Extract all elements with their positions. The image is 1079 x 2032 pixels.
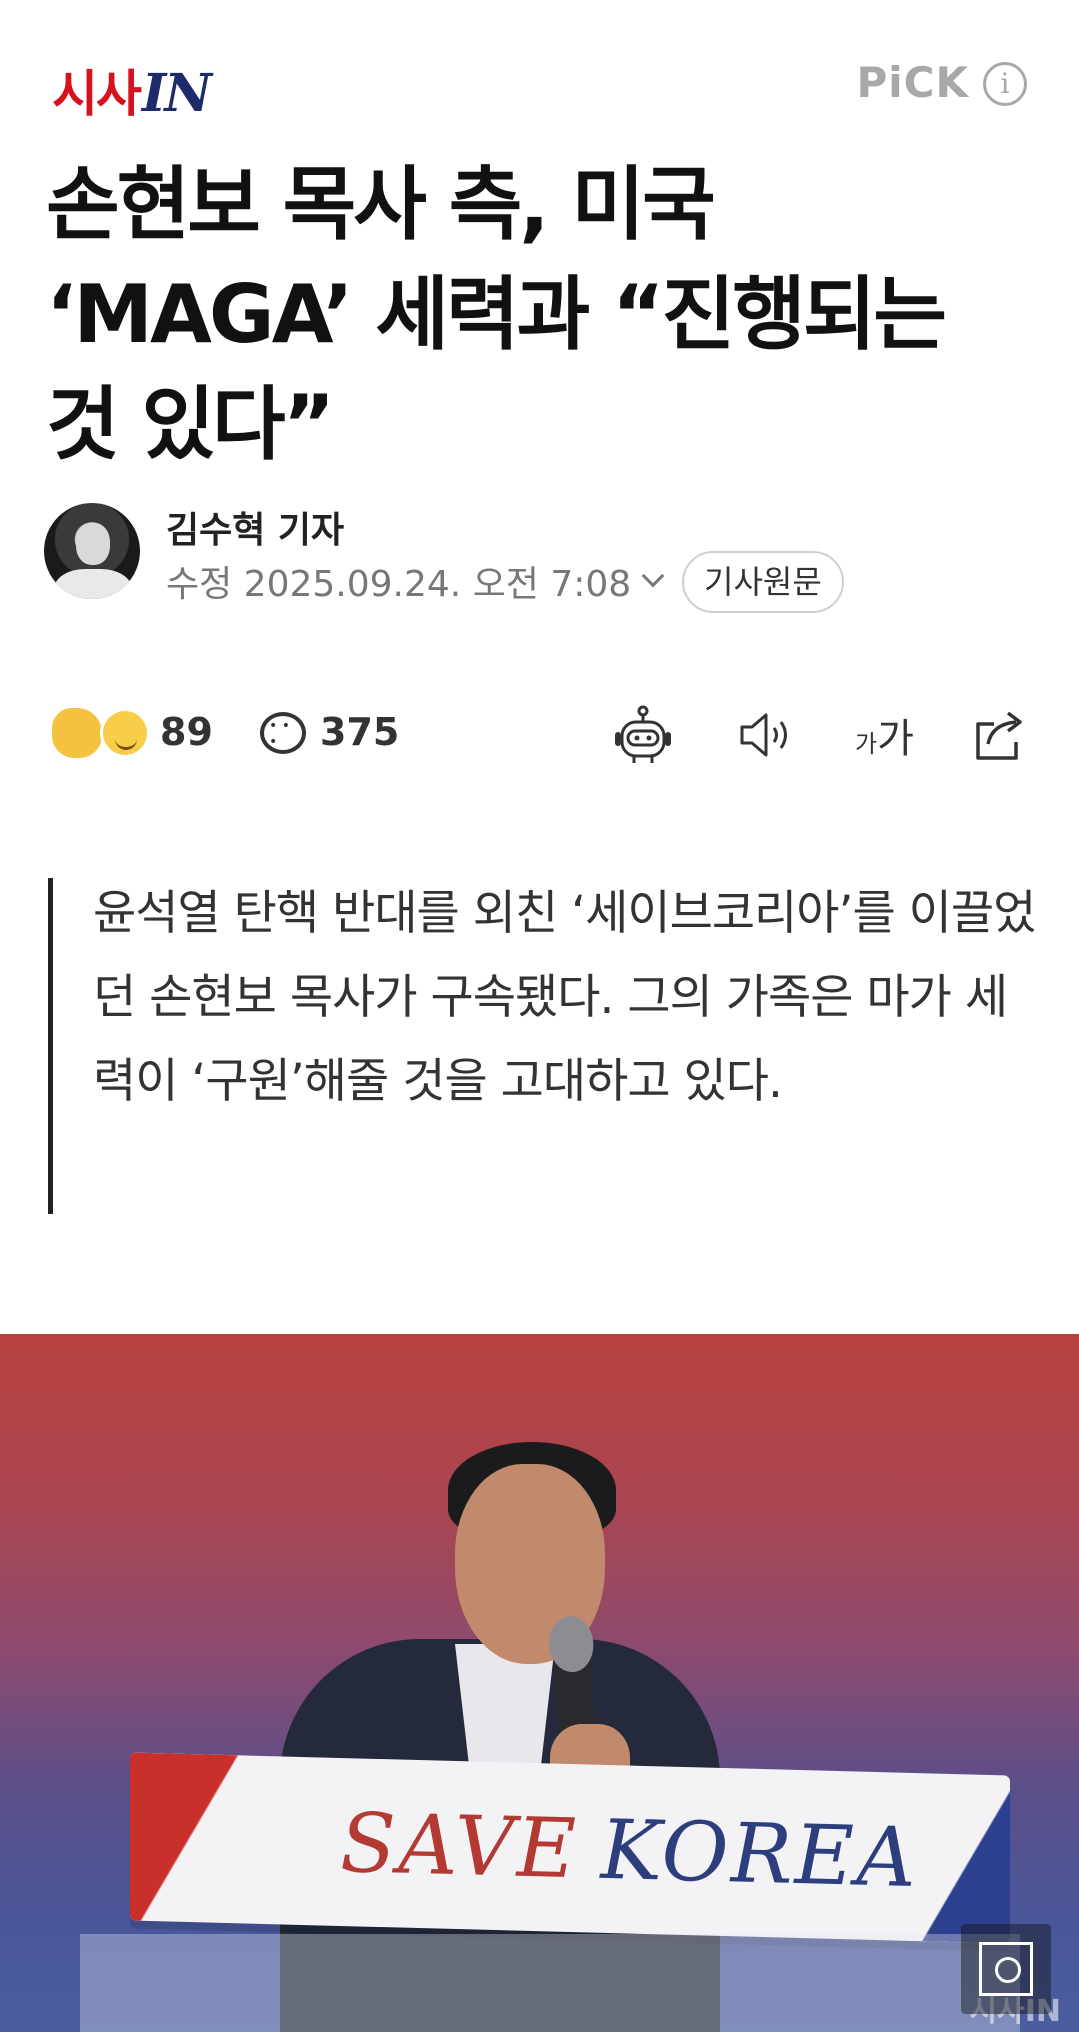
podium-banner-text: SAVE KOREA xyxy=(340,1795,918,1907)
date-text: 수정 2025.09.24. 오전 7:08 xyxy=(166,564,632,605)
podium: SAVE KOREA xyxy=(130,1752,1010,1944)
share-icon[interactable] xyxy=(972,708,1028,762)
article-photo[interactable]: SAVE KOREA 시사IN xyxy=(0,1334,1079,2032)
reporter-avatar[interactable] xyxy=(44,503,140,599)
top-bar: 시사 IN PiCK i xyxy=(0,0,1079,170)
font-size-small: 가 xyxy=(855,730,878,758)
logo-korean: 시사 xyxy=(52,65,142,123)
article-summary: 윤석열 탄핵 반대를 외친 ‘세이브코리아’를 이끌었던 손현보 목사가 구속됐… xyxy=(48,878,1038,1214)
summary-text: 윤석열 탄핵 반대를 외친 ‘세이브코리아’를 이끌었던 손현보 목사가 구속됐… xyxy=(93,886,1036,1109)
original-article-button[interactable]: 기사원문 xyxy=(682,551,844,613)
thumbs-up-emoji-icon[interactable] xyxy=(52,708,102,758)
byline: 김수혁 기자 수정 2025.09.24. 오전 7:08 기사원문 xyxy=(44,503,1044,613)
comment-icon[interactable] xyxy=(260,712,306,754)
smile-emoji-icon[interactable] xyxy=(100,708,150,758)
comment-count[interactable]: 375 xyxy=(320,710,399,754)
speaker-icon[interactable] xyxy=(736,710,796,760)
logo-english: IN xyxy=(142,63,212,124)
site-logo[interactable]: 시사 IN xyxy=(52,54,212,124)
zoom-icon[interactable] xyxy=(961,1924,1051,2014)
chevron-down-icon[interactable] xyxy=(641,564,665,588)
ai-summary-bot-icon[interactable] xyxy=(612,704,674,766)
pick-label[interactable]: PiCK xyxy=(856,58,969,107)
font-size-icon[interactable]: 가가 xyxy=(855,706,914,764)
article-date[interactable]: 수정 2025.09.24. 오전 7:08 xyxy=(166,555,665,607)
reaction-count[interactable]: 89 xyxy=(160,710,213,754)
article-headline: 손현보 목사 측, 미국 ‘MAGA’ 세력과 “진행되는 것 있다” xyxy=(46,158,947,471)
reporter-name[interactable]: 김수혁 기자 xyxy=(166,501,344,553)
article-actions: 89 375 가가 xyxy=(0,700,1079,770)
info-icon[interactable]: i xyxy=(983,62,1027,106)
font-size-large: 가 xyxy=(877,716,914,762)
